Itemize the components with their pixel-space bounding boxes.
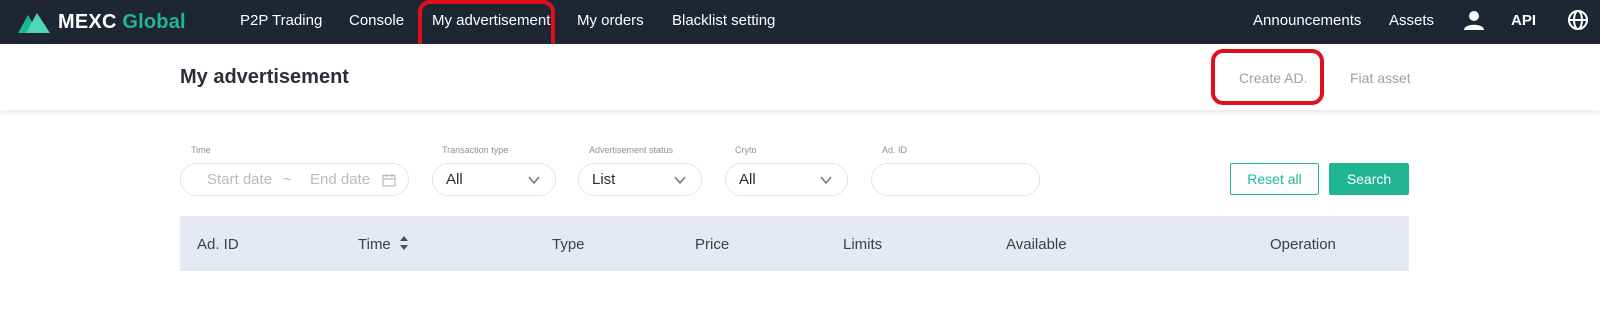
start-date-input[interactable]: Start date — [207, 171, 272, 188]
date-separator: ~ — [283, 171, 292, 188]
fiat-asset-link[interactable]: Fiat asset — [1350, 70, 1411, 86]
chevron-down-icon — [528, 176, 540, 185]
page-title: My advertisement — [180, 66, 349, 88]
chevron-down-icon — [820, 176, 832, 185]
nav-api[interactable]: API — [1511, 12, 1536, 29]
transaction-type-select[interactable]: All — [432, 163, 556, 196]
column-type: Type — [552, 236, 585, 253]
user-icon[interactable] — [1463, 9, 1485, 31]
nav-announcements[interactable]: Announcements — [1253, 12, 1361, 29]
mexc-logo[interactable]: MEXC Global — [16, 7, 186, 37]
table-header: Ad. ID Time Type Price Limits Available … — [180, 216, 1409, 271]
crypto-select[interactable]: All — [725, 163, 848, 196]
reset-all-button[interactable]: Reset all — [1230, 163, 1319, 195]
time-filter-label: Time — [191, 145, 211, 155]
highlight-circle-create-ad — [1211, 49, 1324, 105]
chevron-down-icon — [674, 176, 686, 185]
nav-p2p-trading[interactable]: P2P Trading — [240, 12, 322, 29]
sort-icon[interactable] — [399, 235, 409, 251]
mexc-mountain-icon — [18, 13, 50, 33]
crypto-value: All — [739, 171, 756, 188]
calendar-icon — [382, 174, 396, 187]
advertisement-status-select[interactable]: List — [578, 163, 702, 196]
column-price: Price — [695, 236, 730, 253]
nav-assets[interactable]: Assets — [1389, 12, 1434, 29]
transaction-type-value: All — [446, 171, 463, 188]
advertisement-status-label: Advertisement status — [589, 145, 674, 155]
column-ad-id: Ad. ID — [197, 236, 239, 253]
ad-id-input[interactable] — [871, 163, 1040, 196]
transaction-type-label: Transaction type — [442, 145, 509, 155]
search-button[interactable]: Search — [1329, 163, 1409, 195]
top-navbar: MEXC Global P2P Trading Console My adver… — [0, 0, 1600, 44]
column-operation: Operation — [1270, 236, 1336, 253]
nav-console[interactable]: Console — [349, 12, 404, 29]
nav-blacklist-setting[interactable]: Blacklist setting — [672, 12, 775, 29]
brand-name: MEXC Global — [58, 10, 186, 33]
date-range-picker[interactable]: Start date ~ End date — [180, 163, 409, 196]
nav-my-orders[interactable]: My orders — [577, 12, 644, 29]
globe-icon[interactable] — [1567, 9, 1589, 31]
page-subheader: My advertisement Create AD. Fiat asset — [0, 44, 1600, 110]
crypto-filter-label: Cryto — [735, 145, 757, 155]
end-date-input[interactable]: End date — [310, 171, 370, 188]
column-time[interactable]: Time — [358, 236, 391, 253]
column-available: Available — [1006, 236, 1067, 253]
column-limits: Limits — [843, 236, 883, 253]
advertisement-status-value: List — [592, 171, 616, 188]
ad-id-filter-label: Ad. ID — [882, 145, 908, 155]
